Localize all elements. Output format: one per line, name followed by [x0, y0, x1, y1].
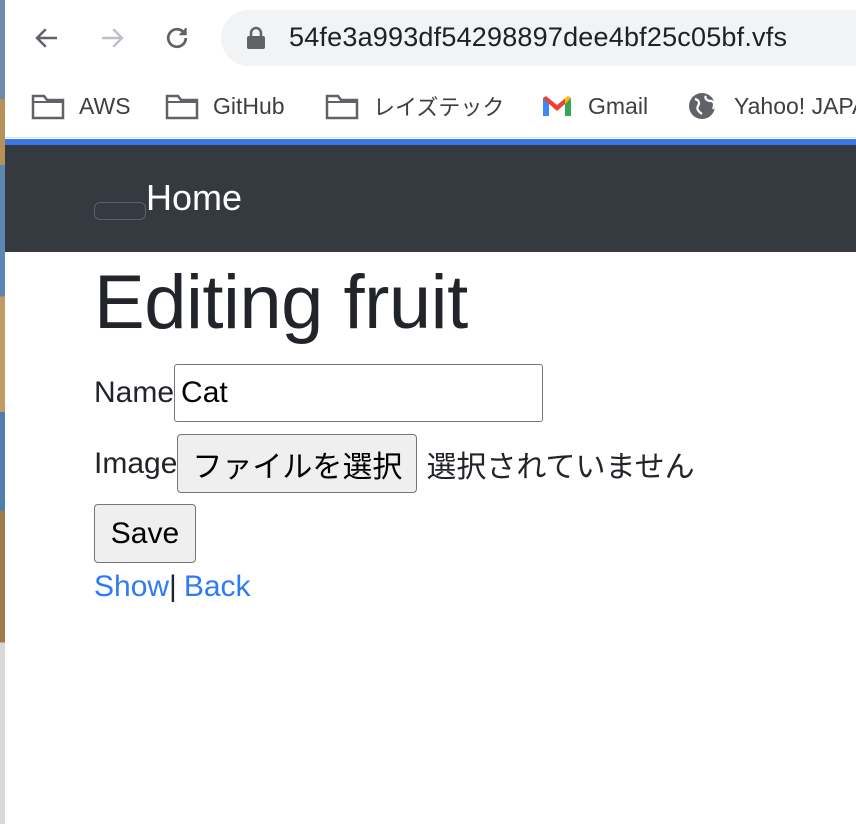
bookmark-gmail[interactable]: Gmail — [540, 86, 648, 126]
page-title: Editing fruit — [94, 260, 468, 345]
folder-icon — [325, 94, 359, 120]
back-button[interactable] — [25, 16, 69, 60]
arrow-left-icon — [35, 28, 57, 48]
address-bar[interactable]: 54fe3a993df54298897dee4bf25c05bf.vfs — [221, 10, 856, 66]
bookmarks-bar: AWS GitHub レイズテック Gmail Yahoo! JAPAN — [5, 76, 856, 138]
actions-row: Save — [94, 504, 196, 563]
bookmark-yahoo[interactable]: Yahoo! JAPAN — [686, 86, 856, 126]
folder-icon — [31, 94, 65, 120]
choose-file-button[interactable]: ファイルを選択 — [177, 434, 418, 493]
image-label: Image — [94, 446, 178, 480]
name-label: Name — [94, 376, 175, 409]
name-input[interactable]: Cat — [174, 364, 544, 422]
bookmark-raisetech[interactable]: レイズテック — [325, 86, 504, 126]
navbar-brand-home[interactable]: Home — [146, 177, 242, 219]
bookmark-label: Yahoo! JAPAN — [734, 92, 856, 119]
bookmark-label: AWS — [79, 92, 131, 119]
forward-button[interactable] — [90, 16, 134, 60]
bookmark-github[interactable]: GitHub — [165, 86, 285, 126]
file-status-text: 選択されていません — [426, 449, 695, 485]
reload-icon — [166, 27, 188, 49]
bookmark-aws[interactable]: AWS — [31, 86, 131, 126]
links-row: Show | Back — [94, 570, 251, 604]
back-link[interactable]: Back — [184, 570, 251, 604]
bookmark-label: レイズテック — [373, 96, 505, 121]
bookmark-label: Gmail — [588, 92, 649, 119]
globe-icon — [689, 93, 716, 119]
save-button[interactable]: Save — [94, 504, 196, 563]
navbar-toggler-button[interactable] — [94, 202, 146, 220]
site-navbar: Home — [5, 145, 856, 252]
arrow-right-icon — [102, 28, 124, 48]
reload-button[interactable] — [155, 16, 199, 60]
url-text: 54fe3a993df54298897dee4bf25c05bf.vfs — [289, 22, 788, 52]
link-separator: | — [169, 570, 177, 603]
folder-icon — [165, 94, 199, 120]
browser-toolbar: 54fe3a993df54298897dee4bf25c05bf.vfs — [5, 0, 856, 76]
show-link[interactable]: Show — [94, 570, 169, 604]
gmail-icon — [543, 96, 571, 116]
bookmark-label: GitHub — [213, 92, 285, 119]
edit-form-container: Editing fruit Name Cat Image ファイルを選択 選択さ… — [94, 258, 695, 603]
image-field-row: Image ファイルを選択 選択されていません — [94, 434, 695, 493]
lock-icon — [247, 26, 265, 49]
name-field-row: Name Cat — [94, 364, 544, 422]
